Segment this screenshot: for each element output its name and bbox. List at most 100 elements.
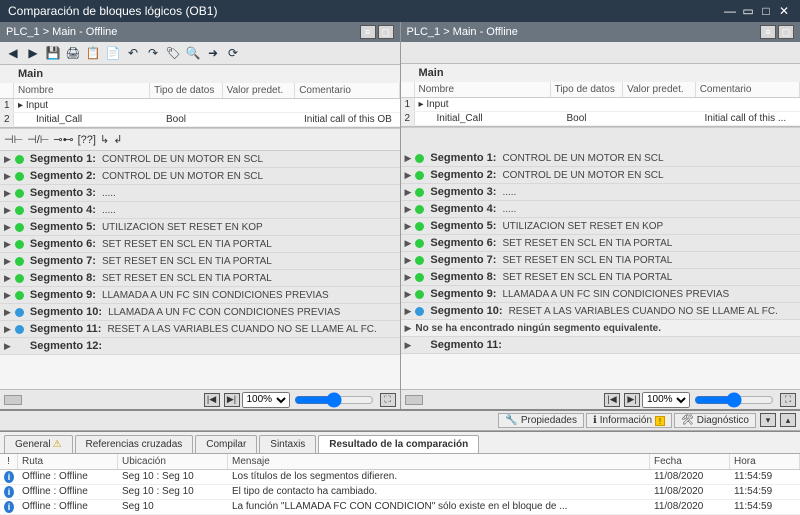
tab-result[interactable]: Resultado de la comparación (318, 435, 479, 453)
zoom-slider[interactable] (694, 395, 774, 405)
print-icon[interactable]: 🖨 (64, 44, 82, 62)
zoom-select[interactable]: 100% (642, 392, 690, 408)
expand-icon[interactable]: ▶ (4, 222, 11, 233)
expand-icon[interactable]: ▶ (405, 153, 412, 164)
nav-next-icon[interactable]: ▶ (24, 44, 42, 62)
expand-icon[interactable]: ▶ (405, 272, 412, 283)
grid-row[interactable]: 1 ▸ Input (0, 99, 400, 113)
minimize-icon[interactable]: — (722, 5, 738, 17)
redo-icon[interactable]: ↷ (144, 44, 162, 62)
expand-icon[interactable]: ▶ (4, 205, 11, 216)
expand-icon[interactable]: ▶ (4, 171, 11, 182)
expand-icon[interactable]: ▶ (405, 255, 412, 266)
nav-last-icon[interactable]: ▶| (624, 393, 640, 407)
tab-info[interactable]: ℹInformación! (586, 413, 672, 428)
segment-row[interactable]: ▶Segmento 12: (0, 338, 400, 355)
coil-icon[interactable]: ⊸⊷ (53, 133, 73, 146)
expand-icon[interactable]: ▶ (4, 341, 11, 352)
contact-nc-icon[interactable]: ⊣/⊢ (27, 133, 49, 146)
hscroll-thumb[interactable] (4, 395, 22, 405)
copy-icon[interactable]: 📋 (84, 44, 102, 62)
expand-icon[interactable]: ▶ (4, 239, 11, 250)
grid-row[interactable]: 1 ▸ Input (401, 98, 800, 112)
expand-icon[interactable]: ▶ (4, 154, 11, 165)
segment-row[interactable]: ▶Segmento 8:SET RESET EN SCL EN TIA PORT… (0, 270, 400, 287)
segments-left[interactable]: ▶Segmento 1:CONTROL DE UN MOTOR EN SCL▶S… (0, 151, 400, 389)
branch-close-icon[interactable]: ↲ (113, 133, 122, 146)
maximize-icon[interactable]: □ (758, 5, 774, 17)
tab-xref[interactable]: Referencias cruzadas (75, 435, 194, 453)
nav-first-icon[interactable]: |◀ (604, 393, 620, 407)
grid-row[interactable]: 2 Initial_Call Bool Initial call of this… (401, 112, 800, 126)
fit-icon[interactable]: ⛶ (380, 393, 396, 407)
tab-compile[interactable]: Compilar (195, 435, 257, 453)
goto-icon[interactable]: ➜ (204, 44, 222, 62)
box-icon[interactable]: [??] (78, 134, 96, 146)
refresh-icon[interactable]: ⟳ (224, 44, 242, 62)
segment-row[interactable]: ▶Segmento 10:LLAMADA A UN FC CON CONDICI… (0, 304, 400, 321)
segment-row[interactable]: ▶Segmento 3:..... (0, 185, 400, 202)
result-row[interactable]: iOffline : OfflineSeg 10 : Seg 10Los tít… (0, 470, 800, 485)
save-icon[interactable]: 💾 (44, 44, 62, 62)
pane-expand-button[interactable]: ▢ (378, 25, 394, 39)
nav-last-icon[interactable]: ▶| (224, 393, 240, 407)
zoom-select[interactable]: 100% (242, 392, 290, 408)
pane-expand-button[interactable]: ▢ (778, 25, 794, 39)
expand-icon[interactable]: ▶ (405, 187, 412, 198)
segment-row[interactable]: ▶Segmento 2:CONTROL DE UN MOTOR EN SCL (401, 167, 800, 184)
segment-row[interactable]: ▶Segmento 1:CONTROL DE UN MOTOR EN SCL (0, 151, 400, 168)
tag-icon[interactable]: 🏷 (164, 44, 182, 62)
fit-icon[interactable]: ⛶ (780, 393, 796, 407)
contact-no-icon[interactable]: ⊣⊢ (4, 133, 23, 146)
restore-icon[interactable]: ▭ (740, 5, 756, 17)
zoom-slider[interactable] (294, 395, 374, 405)
tab-general[interactable]: General⚠ (4, 435, 73, 453)
undo-icon[interactable]: ↶ (124, 44, 142, 62)
paste-icon[interactable]: 📄 (104, 44, 122, 62)
segment-row[interactable]: ▶Segmento 7:SET RESET EN SCL EN TIA PORT… (401, 252, 800, 269)
expand-icon[interactable]: ▶ (405, 323, 412, 334)
expand-icon[interactable]: ▶ (4, 324, 11, 335)
expand-icon[interactable]: ▶ (4, 290, 11, 301)
close-icon[interactable]: ✕ (776, 5, 792, 17)
expand-icon[interactable]: ▶ (405, 170, 412, 181)
expand-icon[interactable]: ▶ (405, 289, 412, 300)
segment-row[interactable]: ▶Segmento 6:SET RESET EN SCL EN TIA PORT… (0, 236, 400, 253)
expand-icon[interactable]: ▶ (405, 340, 412, 351)
segment-row[interactable]: ▶Segmento 4:..... (0, 202, 400, 219)
segment-row[interactable]: ▶Segmento 5:UTILIZACIÓN SET RESET EN KOP (401, 218, 800, 235)
segment-row[interactable]: ▶Segmento 4:..... (401, 201, 800, 218)
pane-menu-button[interactable]: ≡ (760, 25, 776, 39)
segment-row[interactable]: ▶Segmento 2:CONTROL DE UN MOTOR EN SCL (0, 168, 400, 185)
tab-syntax[interactable]: Sintaxis (259, 435, 316, 453)
segment-row[interactable]: ▶Segmento 8:SET RESET EN SCL EN TIA PORT… (401, 269, 800, 286)
result-row[interactable]: iOffline : OfflineSeg 10 : Seg 10El tipo… (0, 485, 800, 500)
segment-row[interactable]: ▶Segmento 11: (401, 337, 800, 354)
nav-first-icon[interactable]: |◀ (204, 393, 220, 407)
tab-properties[interactable]: 🔧Propiedades (498, 413, 584, 428)
segment-row[interactable]: ▶Segmento 11:RESET A LAS VARIABLES CUAND… (0, 321, 400, 338)
result-row[interactable]: iOffline : OfflineSeg 10La función "LLAM… (0, 500, 800, 515)
segment-row[interactable]: ▶No se ha encontrado ningún segmento equ… (401, 320, 800, 337)
expand-icon[interactable]: ▶ (4, 188, 11, 199)
nav-prev-icon[interactable]: ◀ (4, 44, 22, 62)
tab-diagnostics[interactable]: 🛠Diagnóstico (674, 413, 756, 428)
expand-icon[interactable]: ▶ (405, 221, 412, 232)
collapse-icon[interactable]: ▾ (760, 413, 776, 427)
expand-icon[interactable]: ▶ (405, 204, 412, 215)
segment-row[interactable]: ▶Segmento 9:LLAMADA A UN FC SIN CONDICIO… (401, 286, 800, 303)
expand-icon[interactable]: ▶ (4, 273, 11, 284)
grid-row[interactable]: 2 Initial_Call Bool Initial call of this… (0, 113, 400, 127)
expand-icon[interactable]: ▶ (405, 306, 412, 317)
branch-open-icon[interactable]: ↳ (100, 133, 109, 146)
segment-row[interactable]: ▶Segmento 5:UTILIZACIÓN SET RESET EN KOP (0, 219, 400, 236)
hscroll-thumb[interactable] (405, 395, 423, 405)
pane-menu-button[interactable]: ≡ (360, 25, 376, 39)
segment-row[interactable]: ▶Segmento 9:LLAMADA A UN FC SIN CONDICIO… (0, 287, 400, 304)
segment-row[interactable]: ▶Segmento 6:SET RESET EN SCL EN TIA PORT… (401, 235, 800, 252)
expand-icon[interactable]: ▶ (4, 256, 11, 267)
segment-row[interactable]: ▶Segmento 10:RESET A LAS VARIABLES CUAND… (401, 303, 800, 320)
expand-icon[interactable]: ▶ (405, 238, 412, 249)
segment-row[interactable]: ▶Segmento 3:..... (401, 184, 800, 201)
segment-row[interactable]: ▶Segmento 7:SET RESET EN SCL EN TIA PORT… (0, 253, 400, 270)
